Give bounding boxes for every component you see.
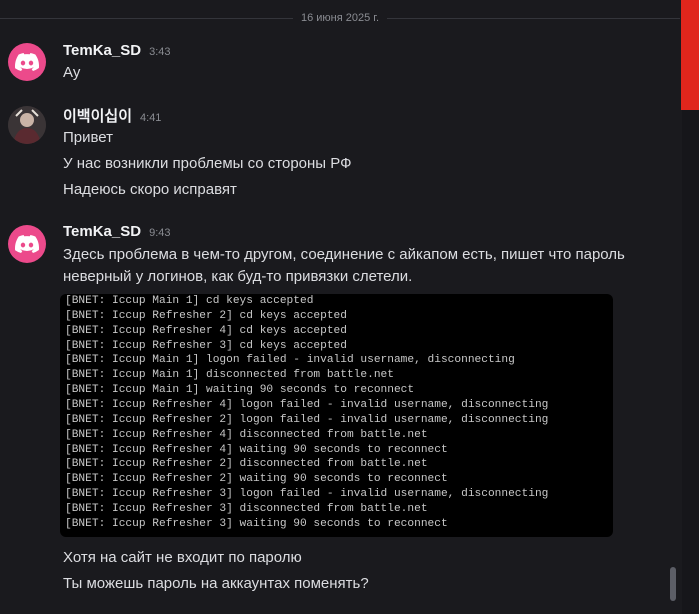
message-text: У нас возникли проблемы со стороны РФ — [63, 155, 352, 172]
message-text: Ты можешь пароль на аккаунтах поменять? — [63, 575, 369, 592]
log-line: [BNET: Iccup Refresher 4] disconnected f… — [65, 429, 428, 441]
scrollbar-accent — [681, 0, 699, 110]
log-line: [BNET: Iccup Main 1] cd keys accepted — [65, 295, 314, 307]
log-line: [BNET: Iccup Refresher 4] logon failed -… — [65, 399, 549, 411]
log-line: [BNET: Iccup Refresher 2] cd keys accept… — [65, 310, 347, 322]
log-line: [BNET: Iccup Refresher 2] disconnected f… — [65, 458, 428, 470]
code-block[interactable]: [BNET: Iccup Main 1] cd keys accepted [B… — [60, 294, 613, 537]
date-divider-label: 16 июня 2025 г. — [300, 12, 380, 24]
avatar[interactable] — [8, 43, 46, 81]
message-text: Надеюсь скоро исправят — [63, 181, 237, 198]
discord-logo-icon — [15, 235, 39, 253]
timestamp[interactable]: 3:43 — [149, 46, 170, 58]
log-line: [BNET: Iccup Refresher 3] disconnected f… — [65, 503, 428, 515]
log-line: [BNET: Iccup Refresher 3] cd keys accept… — [65, 340, 347, 352]
user-photo-avatar-icon — [8, 106, 46, 144]
timestamp[interactable]: 9:43 — [149, 227, 170, 239]
log-line: [BNET: Iccup Main 1] waiting 90 seconds … — [65, 384, 415, 396]
log-line: [BNET: Iccup Refresher 4] cd keys accept… — [65, 325, 347, 337]
message-header: 이백이십이 4:41 — [63, 105, 161, 126]
message-header: TemKa_SD 3:43 — [63, 42, 171, 59]
message-text: Привет — [63, 129, 114, 146]
log-line: [BNET: Iccup Main 1] disconnected from b… — [65, 369, 394, 381]
date-divider: 16 июня 2025 г. — [0, 8, 680, 28]
log-line: [BNET: Iccup Refresher 4] waiting 90 sec… — [65, 444, 448, 456]
username[interactable]: TemKa_SD — [63, 42, 141, 59]
message-text: Ау — [63, 64, 81, 81]
username[interactable]: TemKa_SD — [63, 223, 141, 240]
avatar[interactable] — [8, 106, 46, 144]
discord-logo-icon — [15, 53, 39, 71]
message-text: Хотя на сайт не входит по паролю — [63, 549, 302, 566]
log-line: [BNET: Iccup Refresher 2] logon failed -… — [65, 414, 549, 426]
timestamp[interactable]: 4:41 — [140, 112, 161, 124]
log-line: [BNET: Iccup Refresher 3] waiting 90 sec… — [65, 518, 448, 530]
log-line: [BNET: Iccup Refresher 2] waiting 90 sec… — [65, 473, 448, 485]
log-line: [BNET: Iccup Refresher 3] logon failed -… — [65, 488, 549, 500]
message-header: TemKa_SD 9:43 — [63, 223, 171, 240]
scrollbar-thumb[interactable] — [670, 567, 676, 601]
message-text: Здесь проблема в чем-то другом, соединен… — [63, 246, 625, 263]
log-line: [BNET: Iccup Main 1] logon failed - inva… — [65, 354, 515, 366]
avatar[interactable] — [8, 225, 46, 263]
message-text: неверный у логинов, как буд-то привязки … — [63, 268, 413, 285]
username[interactable]: 이백이십이 — [63, 105, 132, 126]
